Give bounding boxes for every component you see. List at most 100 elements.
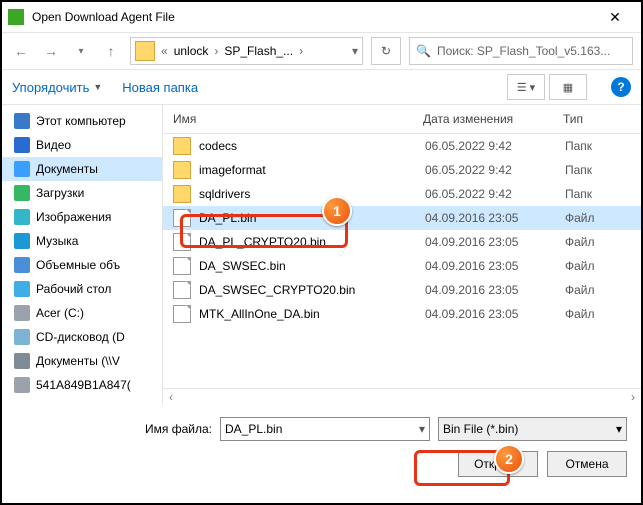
sidebar-icon [14,113,30,129]
file-type: Файл [565,211,641,225]
nav-bar: ← → ▾ ↑ « unlock › SP_Flash_... › ▾ ↻ 🔍 … [2,32,641,70]
refresh-button[interactable]: ↻ [371,37,401,65]
sidebar-icon [14,233,30,249]
title-bar: Open Download Agent File ✕ [2,2,641,32]
chevron-icon: « [161,44,168,58]
sidebar-item[interactable]: Документы [2,157,162,181]
sidebar-label: Музыка [36,234,78,248]
sidebar-item[interactable]: Acer (C:) [2,301,162,325]
address-bar[interactable]: « unlock › SP_Flash_... › ▾ [130,37,363,65]
file-icon [173,281,191,299]
sidebar-label: Этот компьютер [36,114,126,128]
new-folder-label: Новая папка [122,80,198,95]
folder-icon [173,137,191,155]
list-rows: codecs06.05.2022 9:42Папкimageformat06.0… [163,134,641,388]
sidebar-label: CD-дисковод (D [36,330,125,344]
sidebar-item[interactable]: Изображения [2,205,162,229]
view-details-button[interactable]: ☰ ▾ [507,74,545,100]
list-item[interactable]: codecs06.05.2022 9:42Папк [163,134,641,158]
file-name: sqldrivers [199,187,425,201]
list-item[interactable]: DA_SWSEC_CRYPTO20.bin04.09.2016 23:05Фай… [163,278,641,302]
file-list: Имя Дата изменения Тип codecs06.05.2022 … [163,105,641,405]
file-name: DA_PL_CRYPTO20.bin [199,235,425,249]
sidebar-label: Рабочий стол [36,282,111,296]
sidebar-label: Объемные объ [36,258,120,272]
sidebar-item[interactable]: 541A849B1A847( [2,373,162,397]
file-type: Файл [565,283,641,297]
sidebar-icon [14,305,30,321]
scroll-right-icon[interactable]: › [625,390,641,404]
new-folder-button[interactable]: Новая папка [122,80,198,95]
sidebar-label: Изображения [36,210,111,224]
filename-input[interactable]: DA_PL.bin ▾ [220,417,430,441]
sidebar: Этот компьютер Видео Документы Загрузки Изоб… [2,105,163,405]
search-box[interactable]: 🔍 Поиск: SP_Flash_Tool_v5.163... [409,37,633,65]
file-name: imageformat [199,163,425,177]
recent-button[interactable]: ▾ [70,40,92,62]
sidebar-icon [14,209,30,225]
cancel-button[interactable]: Отмена [547,451,627,477]
back-button[interactable]: ← [10,40,32,62]
dropdown-icon[interactable]: ▾ [352,44,358,58]
col-name[interactable]: Имя [163,112,423,126]
up-button[interactable]: ↑ [100,40,122,62]
folder-icon [173,161,191,179]
sidebar-item[interactable]: Видео [2,133,162,157]
file-date: 06.05.2022 9:42 [425,187,565,201]
chevron-right-icon: › [214,44,218,58]
file-date: 06.05.2022 9:42 [425,139,565,153]
toolbar: Упорядочить ▼ Новая папка ☰ ▾ ▦ ? [2,70,641,104]
forward-button[interactable]: → [40,40,62,62]
sidebar-label: Видео [36,138,71,152]
horizontal-scrollbar[interactable]: ‹ › [163,388,641,405]
search-icon: 🔍 [416,44,431,58]
list-item[interactable]: DA_SWSEC.bin04.09.2016 23:05Файл [163,254,641,278]
file-icon [173,305,191,323]
breadcrumb-item[interactable]: SP_Flash_... [224,44,293,58]
sidebar-item[interactable]: Объемные объ [2,253,162,277]
sidebar-item[interactable]: Загрузки [2,181,162,205]
sidebar-label: Загрузки [36,186,84,200]
sidebar-icon [14,137,30,153]
sidebar-item[interactable]: CD-дисковод (D [2,325,162,349]
help-button[interactable]: ? [611,77,631,97]
list-item[interactable]: imageformat06.05.2022 9:42Папк [163,158,641,182]
sidebar-item[interactable]: Рабочий стол [2,277,162,301]
organize-label: Упорядочить [12,80,89,95]
sidebar-item[interactable]: Документы (\\V [2,349,162,373]
app-icon [8,9,24,25]
file-name: codecs [199,139,425,153]
file-icon [173,233,191,251]
chevron-down-icon[interactable]: ▾ [616,422,622,436]
list-item[interactable]: DA_PL_CRYPTO20.bin04.09.2016 23:05Файл [163,230,641,254]
list-item[interactable]: MTK_AllInOne_DA.bin04.09.2016 23:05Файл [163,302,641,326]
organize-menu[interactable]: Упорядочить ▼ [12,80,102,95]
close-button[interactable]: ✕ [595,9,635,26]
window-title: Open Download Agent File [32,10,595,24]
annotation-badge-2: 2 [494,444,524,474]
chevron-down-icon: ▼ [93,82,102,92]
sidebar-item[interactable]: Музыка [2,229,162,253]
file-date: 04.09.2016 23:05 [425,283,565,297]
list-header: Имя Дата изменения Тип [163,105,641,134]
file-date: 04.09.2016 23:05 [425,259,565,273]
filetype-select[interactable]: Bin File (*.bin) ▾ [438,417,627,441]
col-date[interactable]: Дата изменения [423,112,563,126]
scroll-left-icon[interactable]: ‹ [163,390,179,404]
view-preview-button[interactable]: ▦ [549,74,587,100]
sidebar-item[interactable]: Этот компьютер [2,109,162,133]
list-item[interactable]: DA_PL.bin04.09.2016 23:05Файл [163,206,641,230]
breadcrumb-item[interactable]: unlock [174,44,209,58]
sidebar-icon [14,185,30,201]
file-name: DA_PL.bin [199,211,425,225]
chevron-down-icon[interactable]: ▾ [419,422,425,436]
col-type[interactable]: Тип [563,112,641,126]
filename-label: Имя файла: [16,422,212,436]
file-name: DA_SWSEC_CRYPTO20.bin [199,283,425,297]
sidebar-label: Документы [36,162,98,176]
file-icon [173,209,191,227]
list-item[interactable]: sqldrivers06.05.2022 9:42Папк [163,182,641,206]
file-type: Папк [565,139,641,153]
file-type: Файл [565,259,641,273]
file-date: 06.05.2022 9:42 [425,163,565,177]
